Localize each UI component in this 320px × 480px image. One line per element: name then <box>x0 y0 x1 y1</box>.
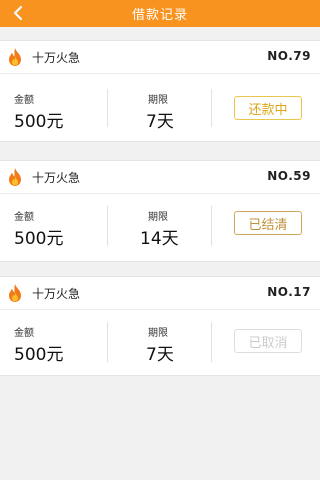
back-button[interactable] <box>8 3 28 23</box>
record-number: NO.17 <box>267 285 311 299</box>
record-number: NO.79 <box>267 49 311 63</box>
divider <box>211 206 212 246</box>
product-name: 十万火急 <box>32 171 81 185</box>
amount-value: 500元 <box>14 112 64 132</box>
fire-icon <box>9 284 21 302</box>
record-header: 十万火急 NO.79 <box>0 41 320 74</box>
amount-value: 500元 <box>14 229 64 249</box>
fire-icon <box>9 168 21 186</box>
record-header: 十万火急 NO.59 <box>0 161 320 194</box>
amount-label: 金额 <box>14 212 34 223</box>
loan-record-card: 十万火急 NO.59 金额 500元 期限 14天 已结清 <box>0 160 320 262</box>
term-label: 期限 <box>148 95 168 106</box>
app-header: 借款记录 <box>0 0 320 27</box>
product-name: 十万火急 <box>32 287 81 301</box>
amount-label: 金额 <box>14 328 34 339</box>
record-number: NO.59 <box>267 169 311 183</box>
term-value: 7天 <box>146 112 174 132</box>
term-value: 14天 <box>140 229 179 249</box>
divider <box>107 206 108 246</box>
divider <box>107 322 108 362</box>
fire-icon <box>9 48 21 66</box>
status-button[interactable]: 已结清 <box>234 211 302 235</box>
term-label: 期限 <box>148 328 168 339</box>
amount-label: 金额 <box>14 95 34 106</box>
divider <box>107 89 108 127</box>
term-value: 7天 <box>146 345 174 365</box>
divider <box>211 89 212 127</box>
status-button[interactable]: 已取消 <box>234 329 302 353</box>
product-name: 十万火急 <box>32 51 81 65</box>
divider <box>211 322 212 362</box>
page-title: 借款记录 <box>131 8 188 23</box>
term-label: 期限 <box>148 212 168 223</box>
status-button[interactable]: 还款中 <box>234 96 302 120</box>
chevron-left-icon <box>13 5 23 21</box>
amount-value: 500元 <box>14 345 64 365</box>
loan-record-card: 十万火急 NO.79 金额 500元 期限 7天 还款中 <box>0 40 320 142</box>
record-header: 十万火急 NO.17 <box>0 277 320 310</box>
loan-record-card: 十万火急 NO.17 金额 500元 期限 7天 已取消 <box>0 276 320 376</box>
